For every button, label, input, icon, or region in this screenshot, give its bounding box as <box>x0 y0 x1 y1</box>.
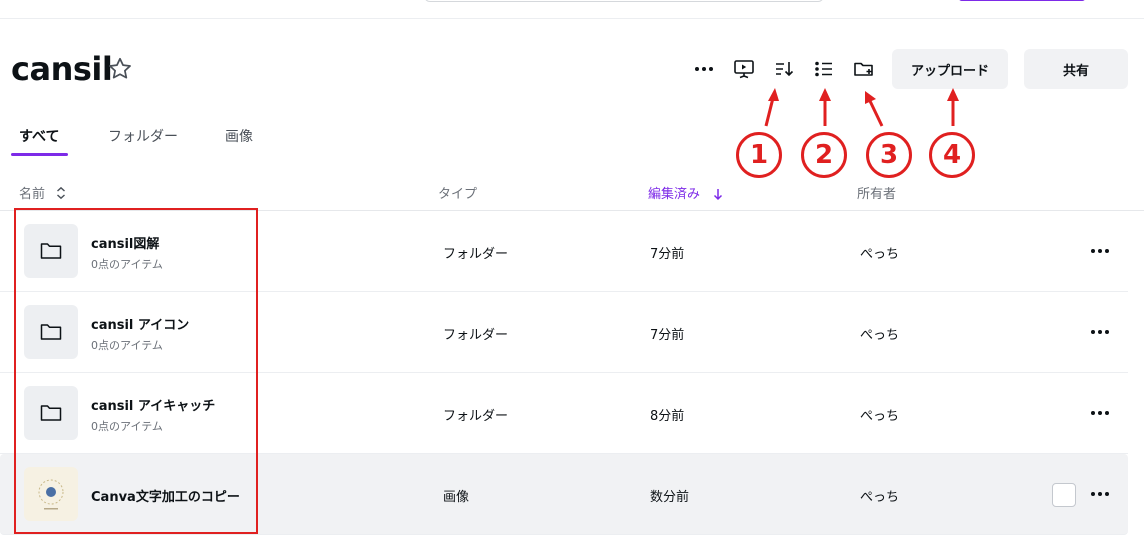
row-edited: 8分前 <box>650 409 685 424</box>
row-select-checkbox[interactable] <box>1052 483 1076 507</box>
sort-toggle-icon <box>57 186 66 200</box>
row-more-button[interactable] <box>1086 401 1114 425</box>
table-row[interactable]: cansil アイキャッチ 0点のアイテム フォルダー 8分前 ぺっち <box>0 373 1128 454</box>
more-horizontal-icon <box>1091 492 1109 496</box>
annotation-marker-4: 4 <box>929 132 975 178</box>
page-title: cansil <box>11 50 113 88</box>
table-row[interactable]: Canva文字加工のコピー 画像 数分前 ぺっち <box>0 454 1128 535</box>
upload-button[interactable]: アップロード <box>892 49 1008 89</box>
row-owner: ぺっち <box>860 409 900 424</box>
list-view-button[interactable] <box>809 54 839 84</box>
folder-icon <box>40 243 62 259</box>
row-type: 画像 <box>443 490 470 505</box>
more-horizontal-icon <box>695 67 713 71</box>
row-more-button[interactable] <box>1086 239 1114 263</box>
column-header-owner[interactable]: 所有者 <box>857 183 896 202</box>
tab-images[interactable]: 画像 <box>225 126 253 146</box>
row-type: フォルダー <box>443 409 509 424</box>
row-more-button[interactable] <box>1086 320 1114 344</box>
more-options-button[interactable] <box>689 54 719 84</box>
table-row[interactable]: cansil アイコン 0点のアイテム フォルダー 7分前 ぺっち <box>0 292 1128 373</box>
row-edited: 数分前 <box>650 490 690 505</box>
global-search-input[interactable] <box>424 0 824 2</box>
active-tab-indicator <box>11 153 68 156</box>
folder-thumbnail <box>24 224 78 278</box>
top-bar <box>0 0 1144 19</box>
table-row[interactable]: cansil図解 0点のアイテム フォルダー 7分前 ぺっち <box>0 211 1128 292</box>
row-owner: ぺっち <box>860 490 900 505</box>
list-view-icon <box>815 61 832 77</box>
row-item-count: 0点のアイテム <box>91 420 163 433</box>
column-header-name-label: 名前 <box>19 187 46 202</box>
column-header-name[interactable]: 名前 <box>19 183 67 202</box>
image-thumbnail <box>24 467 78 521</box>
column-header-edited-label: 編集済み <box>648 187 701 202</box>
folder-thumbnail <box>24 305 78 359</box>
present-icon <box>734 60 754 79</box>
row-name[interactable]: cansil図解 <box>91 233 159 252</box>
folder-icon <box>40 324 62 340</box>
more-horizontal-icon <box>1091 249 1109 253</box>
annotation-marker-2: 2 <box>801 132 847 178</box>
more-horizontal-icon <box>1091 330 1109 334</box>
row-edited: 7分前 <box>650 247 685 262</box>
annotation-marker-1: 1 <box>736 132 782 178</box>
row-item-count: 0点のアイテム <box>91 258 163 271</box>
new-folder-button[interactable] <box>849 54 879 84</box>
sort-button[interactable] <box>769 54 799 84</box>
annotation-marker-3: 3 <box>866 132 912 178</box>
new-folder-icon <box>854 62 873 76</box>
row-more-button[interactable] <box>1086 482 1114 506</box>
top-accent-button[interactable] <box>959 0 1085 1</box>
star-icon[interactable] <box>106 55 134 83</box>
column-header-edited[interactable]: 編集済み <box>648 183 724 202</box>
row-owner: ぺっち <box>860 247 900 262</box>
more-horizontal-icon <box>1091 411 1109 415</box>
present-button[interactable] <box>729 54 759 84</box>
tab-folders[interactable]: フォルダー <box>108 126 178 146</box>
tab-all[interactable]: すべて <box>19 126 59 146</box>
row-edited: 7分前 <box>650 328 685 343</box>
row-name[interactable]: cansil アイキャッチ <box>91 395 215 414</box>
column-header-type[interactable]: タイプ <box>438 183 477 202</box>
folder-icon <box>40 405 62 421</box>
row-name[interactable]: cansil アイコン <box>91 314 189 333</box>
share-button[interactable]: 共有 <box>1024 49 1128 89</box>
design-preview-icon <box>38 479 64 510</box>
row-name[interactable]: Canva文字加工のコピー <box>91 486 240 505</box>
row-owner: ぺっち <box>860 328 900 343</box>
folder-thumbnail <box>24 386 78 440</box>
row-type: フォルダー <box>443 328 509 343</box>
arrow-down-icon <box>714 189 723 201</box>
row-type: フォルダー <box>443 247 509 262</box>
row-item-count: 0点のアイテム <box>91 339 163 352</box>
sort-icon <box>776 62 794 77</box>
